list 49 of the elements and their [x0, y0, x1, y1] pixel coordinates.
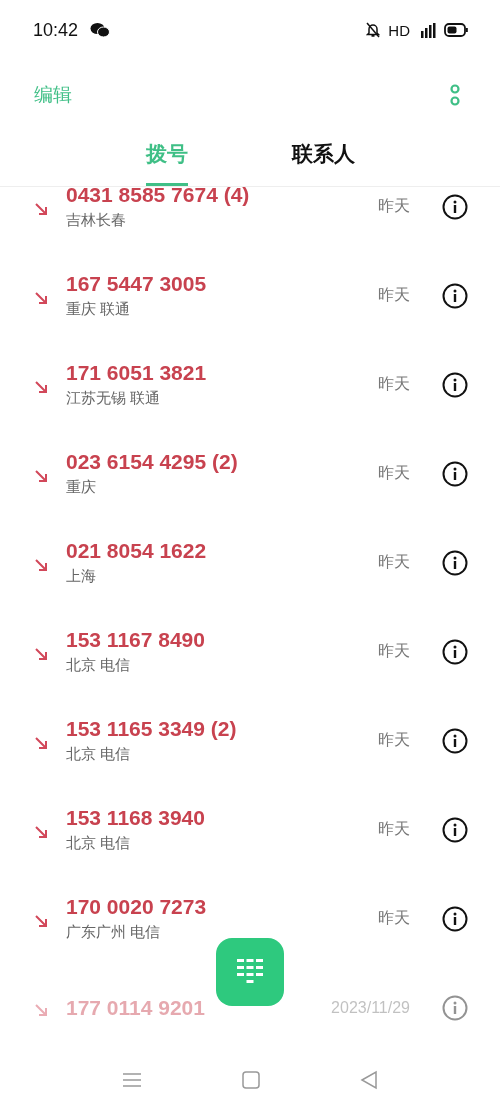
chat-bubbles-icon — [90, 22, 111, 38]
caller-location: 北京 电信 — [66, 745, 132, 764]
info-icon[interactable] — [442, 193, 468, 220]
status-time: 10:42 — [33, 19, 79, 41]
info-icon[interactable] — [442, 905, 468, 932]
caller-location: 北京 电信 — [66, 834, 132, 853]
edit-button[interactable]: 编辑 — [34, 82, 72, 108]
call-date: 2023/11/29 — [331, 998, 410, 1017]
tab[interactable]: 联系人 — [291, 130, 355, 186]
caller-location: 北京 电信 — [66, 656, 132, 675]
phone-number: 171 6051 3821 — [66, 361, 208, 385]
phone-number: 170 0020 7273 — [66, 895, 208, 919]
phone-number: 153 1165 3349 (2) — [66, 717, 238, 741]
bell-muted-icon — [366, 22, 381, 38]
info-icon[interactable] — [442, 282, 468, 309]
caller-location: 上海 — [66, 567, 97, 586]
caller-location: 江苏无锡 联通 — [66, 389, 162, 408]
call-date: 昨天 — [378, 196, 410, 216]
call-date: 昨天 — [378, 374, 410, 394]
back-icon[interactable] — [360, 1070, 378, 1090]
phone-number: 023 6154 4295 (2) — [66, 450, 239, 474]
call-date: 昨天 — [378, 463, 410, 483]
phone-number: 177 0114 9201 — [66, 995, 206, 1020]
info-icon[interactable] — [442, 460, 468, 487]
phone-number: 153 1167 8490 — [66, 628, 206, 652]
caller-location: 重庆 联通 — [66, 300, 132, 319]
phone-number: 0431 8585 7674 (4) — [66, 187, 251, 207]
info-icon[interactable] — [442, 638, 468, 665]
home-icon[interactable] — [242, 1071, 260, 1089]
network-label: HD — [388, 21, 410, 39]
info-icon[interactable] — [442, 816, 468, 843]
caller-location: 重庆 — [66, 478, 97, 497]
phone-number: 153 1168 3940 — [66, 806, 206, 830]
phone-number: 167 5447 3005 — [66, 272, 208, 296]
info-icon[interactable] — [442, 371, 468, 398]
call-date: 昨天 — [378, 285, 410, 305]
call-date: 昨天 — [378, 819, 410, 839]
battery-icon — [444, 23, 468, 37]
call-date: 昨天 — [378, 641, 410, 661]
call-date: 昨天 — [378, 730, 410, 750]
phone-number: 021 8054 1622 — [66, 539, 208, 563]
caller-location: 广东广州 电信 — [66, 923, 162, 942]
info-icon[interactable] — [442, 727, 468, 754]
caller-location: 吉林长春 — [66, 211, 127, 230]
call-date: 昨天 — [378, 552, 410, 572]
signal-icon — [418, 22, 436, 38]
tab[interactable]: 拨号 — [145, 130, 188, 186]
call-date: 昨天 — [378, 908, 410, 928]
info-icon[interactable] — [442, 549, 468, 576]
